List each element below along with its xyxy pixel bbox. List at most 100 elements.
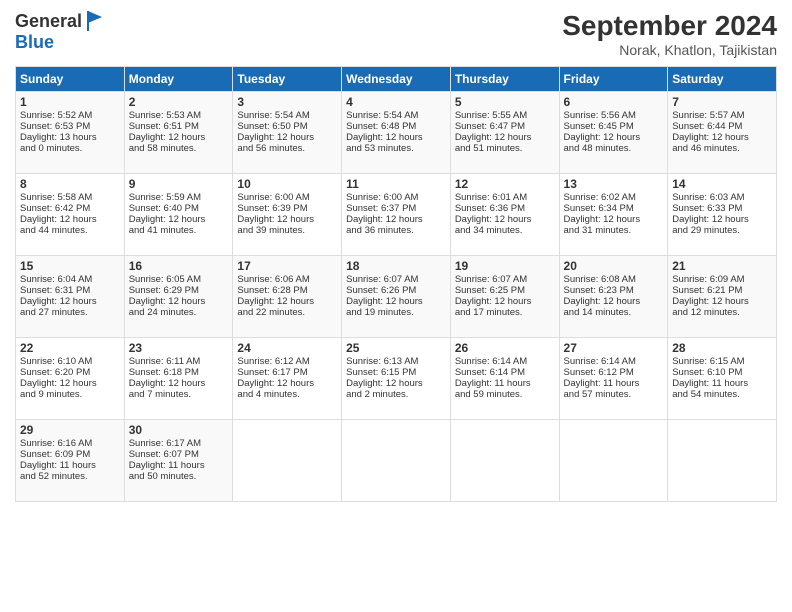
calendar-cell: 4Sunrise: 5:54 AMSunset: 6:48 PMDaylight… — [342, 92, 451, 174]
calendar-cell: 28Sunrise: 6:15 AMSunset: 6:10 PMDayligh… — [668, 338, 777, 420]
cell-info-line: and 22 minutes. — [237, 307, 337, 318]
cell-info-line: Daylight: 12 hours — [237, 214, 337, 225]
calendar-cell: 7Sunrise: 5:57 AMSunset: 6:44 PMDaylight… — [668, 92, 777, 174]
calendar-body: 1Sunrise: 5:52 AMSunset: 6:53 PMDaylight… — [16, 92, 777, 502]
cell-info-line: and 19 minutes. — [346, 307, 446, 318]
cell-info-line: Sunset: 6:45 PM — [564, 121, 664, 132]
day-header-monday: Monday — [124, 67, 233, 92]
cell-info-line: Daylight: 12 hours — [129, 214, 229, 225]
cell-info-line: Daylight: 12 hours — [346, 378, 446, 389]
cell-info-line: Sunrise: 6:07 AM — [455, 274, 555, 285]
calendar-cell — [668, 420, 777, 502]
cell-info-line: Sunrise: 5:56 AM — [564, 110, 664, 121]
day-number: 28 — [672, 341, 772, 355]
cell-info-line: Daylight: 11 hours — [129, 460, 229, 471]
cell-info-line: Sunrise: 6:01 AM — [455, 192, 555, 203]
cell-info-line: Sunset: 6:31 PM — [20, 285, 120, 296]
calendar-header-row: SundayMondayTuesdayWednesdayThursdayFrid… — [16, 67, 777, 92]
cell-info-line: Sunrise: 6:12 AM — [237, 356, 337, 367]
cell-info-line: Daylight: 12 hours — [564, 214, 664, 225]
cell-info-line: and 39 minutes. — [237, 225, 337, 236]
calendar-cell: 27Sunrise: 6:14 AMSunset: 6:12 PMDayligh… — [559, 338, 668, 420]
cell-info-line: and 27 minutes. — [20, 307, 120, 318]
cell-info-line: Sunrise: 6:15 AM — [672, 356, 772, 367]
logo: General Blue — [15, 10, 106, 53]
cell-info-line: and 9 minutes. — [20, 389, 120, 400]
day-number: 24 — [237, 341, 337, 355]
cell-info-line: Sunset: 6:51 PM — [129, 121, 229, 132]
cell-info-line: Daylight: 12 hours — [20, 214, 120, 225]
cell-info-line: Daylight: 13 hours — [20, 132, 120, 143]
logo-blue: Blue — [15, 32, 54, 53]
calendar-cell: 24Sunrise: 6:12 AMSunset: 6:17 PMDayligh… — [233, 338, 342, 420]
cell-info-line: and 4 minutes. — [237, 389, 337, 400]
day-number: 4 — [346, 95, 446, 109]
day-header-tuesday: Tuesday — [233, 67, 342, 92]
cell-info-line: Sunset: 6:10 PM — [672, 367, 772, 378]
day-number: 1 — [20, 95, 120, 109]
calendar-cell: 23Sunrise: 6:11 AMSunset: 6:18 PMDayligh… — [124, 338, 233, 420]
cell-info-line: Sunset: 6:48 PM — [346, 121, 446, 132]
logo-general: General — [15, 11, 82, 32]
cell-info-line: and 0 minutes. — [20, 143, 120, 154]
cell-info-line: and 31 minutes. — [564, 225, 664, 236]
day-header-sunday: Sunday — [16, 67, 125, 92]
calendar-week-5: 29Sunrise: 6:16 AMSunset: 6:09 PMDayligh… — [16, 420, 777, 502]
calendar-cell: 16Sunrise: 6:05 AMSunset: 6:29 PMDayligh… — [124, 256, 233, 338]
day-header-friday: Friday — [559, 67, 668, 92]
calendar-cell: 3Sunrise: 5:54 AMSunset: 6:50 PMDaylight… — [233, 92, 342, 174]
cell-info-line: and 34 minutes. — [455, 225, 555, 236]
cell-info-line: Daylight: 11 hours — [455, 378, 555, 389]
cell-info-line: Sunset: 6:47 PM — [455, 121, 555, 132]
cell-info-line: Sunrise: 6:00 AM — [237, 192, 337, 203]
header: General Blue September 2024 Norak, Khatl… — [15, 10, 777, 58]
cell-info-line: Daylight: 12 hours — [346, 296, 446, 307]
day-number: 9 — [129, 177, 229, 191]
cell-info-line: Sunset: 6:44 PM — [672, 121, 772, 132]
day-number: 6 — [564, 95, 664, 109]
cell-info-line: Sunset: 6:26 PM — [346, 285, 446, 296]
cell-info-line: Sunrise: 6:13 AM — [346, 356, 446, 367]
cell-info-line: Daylight: 12 hours — [455, 132, 555, 143]
month-title: September 2024 — [562, 10, 777, 42]
cell-info-line: Sunset: 6:18 PM — [129, 367, 229, 378]
day-number: 12 — [455, 177, 555, 191]
cell-info-line: Sunset: 6:12 PM — [564, 367, 664, 378]
cell-info-line: and 36 minutes. — [346, 225, 446, 236]
cell-info-line: Sunrise: 5:55 AM — [455, 110, 555, 121]
day-number: 11 — [346, 177, 446, 191]
cell-info-line: Sunset: 6:07 PM — [129, 449, 229, 460]
cell-info-line: Sunrise: 5:54 AM — [346, 110, 446, 121]
cell-info-line: Daylight: 12 hours — [346, 214, 446, 225]
main-container: General Blue September 2024 Norak, Khatl… — [0, 0, 792, 512]
calendar-cell: 2Sunrise: 5:53 AMSunset: 6:51 PMDaylight… — [124, 92, 233, 174]
cell-info-line: Sunset: 6:37 PM — [346, 203, 446, 214]
cell-info-line: and 41 minutes. — [129, 225, 229, 236]
calendar-cell — [450, 420, 559, 502]
day-number: 30 — [129, 423, 229, 437]
cell-info-line: Daylight: 12 hours — [237, 296, 337, 307]
cell-info-line: and 7 minutes. — [129, 389, 229, 400]
cell-info-line: Sunset: 6:36 PM — [455, 203, 555, 214]
day-number: 27 — [564, 341, 664, 355]
cell-info-line: and 12 minutes. — [672, 307, 772, 318]
cell-info-line: Daylight: 11 hours — [564, 378, 664, 389]
cell-info-line: Sunset: 6:21 PM — [672, 285, 772, 296]
cell-info-line: Sunrise: 6:06 AM — [237, 274, 337, 285]
calendar-cell: 29Sunrise: 6:16 AMSunset: 6:09 PMDayligh… — [16, 420, 125, 502]
cell-info-line: Sunset: 6:53 PM — [20, 121, 120, 132]
cell-info-line: Sunset: 6:29 PM — [129, 285, 229, 296]
cell-info-line: and 48 minutes. — [564, 143, 664, 154]
cell-info-line: and 53 minutes. — [346, 143, 446, 154]
calendar-cell: 8Sunrise: 5:58 AMSunset: 6:42 PMDaylight… — [16, 174, 125, 256]
cell-info-line: and 50 minutes. — [129, 471, 229, 482]
calendar-cell: 19Sunrise: 6:07 AMSunset: 6:25 PMDayligh… — [450, 256, 559, 338]
cell-info-line: Daylight: 12 hours — [20, 296, 120, 307]
day-number: 14 — [672, 177, 772, 191]
cell-info-line: Daylight: 12 hours — [455, 214, 555, 225]
cell-info-line: and 46 minutes. — [672, 143, 772, 154]
cell-info-line: Sunrise: 6:05 AM — [129, 274, 229, 285]
cell-info-line: Sunrise: 6:14 AM — [455, 356, 555, 367]
cell-info-line: Sunrise: 5:52 AM — [20, 110, 120, 121]
cell-info-line: Daylight: 12 hours — [672, 214, 772, 225]
